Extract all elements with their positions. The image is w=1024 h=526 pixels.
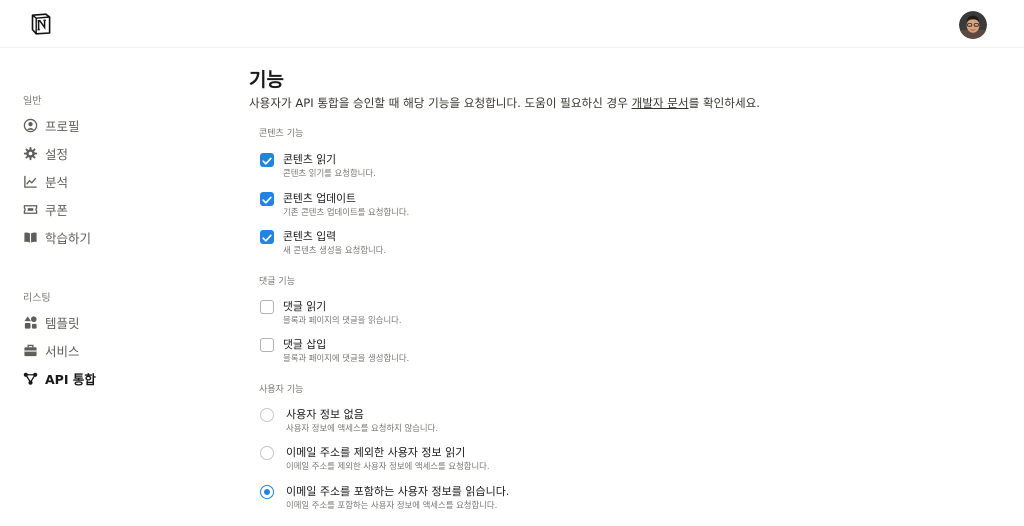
sidebar-item-label: 분석 — [45, 174, 69, 190]
page-title: 기능 — [249, 69, 284, 91]
sidebar-item-label: 프로필 — [45, 118, 80, 134]
group-label-comments: 댓글 기능 — [259, 277, 295, 287]
option-subtitle: 기존 콘텐츠 업데이트를 요청합니다. — [283, 207, 410, 217]
option-title: 이메일 주소를 제외한 사용자 정보 읽기 — [286, 446, 466, 459]
option-title: 콘텐츠 읽기 — [283, 153, 337, 166]
radio-unselected[interactable] — [260, 408, 274, 422]
checkbox-checked[interactable] — [260, 230, 274, 244]
option-title: 사용자 정보 없음 — [286, 408, 364, 421]
option-subtitle: 이메일 주소를 제외한 사용자 정보에 액세스를 요청합니다. — [286, 461, 490, 471]
developer-docs-link[interactable]: 개발자 문서 — [632, 96, 689, 110]
sidebar-item-label: 설정 — [45, 146, 69, 162]
page-description: 사용자가 API 통합을 승인할 때 해당 기능을 요청합니다. 도움이 필요하… — [249, 95, 760, 111]
option-subtitle: 새 콘텐츠 생성을 요청합니다. — [283, 245, 387, 255]
ticket-icon — [23, 202, 38, 217]
radio-unselected[interactable] — [260, 446, 274, 460]
description-text-end: 를 확인하세요. — [688, 96, 760, 110]
group-label-user: 사용자 기능 — [259, 385, 304, 395]
sidebar-section-general: 일반 — [23, 96, 42, 107]
sidebar-section-listing: 리스팅 — [23, 293, 51, 304]
option-subtitle: 블록과 페이지의 댓글을 읽습니다. — [283, 315, 402, 325]
option-title: 댓글 삽입 — [283, 338, 327, 351]
briefcase-icon — [23, 343, 38, 358]
sidebar: 일반 프로필 설정 분석 쿠폰 학습하기 리스팅 템플릿 서비스 API 통합 — [0, 48, 230, 526]
top-bar — [0, 0, 1024, 48]
option-subtitle: 이메일 주소를 포함하는 사용자 정보에 액세스를 요청합니다. — [286, 500, 498, 510]
sidebar-item-label: 서비스 — [45, 343, 80, 359]
checkbox-unchecked[interactable] — [260, 338, 274, 352]
radio-selected[interactable] — [260, 485, 274, 499]
chart-line-icon — [23, 174, 38, 189]
group-label-content: 콘텐츠 기능 — [259, 129, 304, 139]
sidebar-item-api-integration[interactable]: API 통합 — [23, 367, 96, 389]
notion-logo-icon[interactable] — [29, 12, 53, 36]
sidebar-item-label: API 통합 — [45, 371, 96, 387]
option-title: 콘텐츠 입력 — [283, 230, 337, 243]
checkbox-checked[interactable] — [260, 192, 274, 206]
user-avatar[interactable] — [959, 11, 987, 39]
sidebar-item-templates[interactable]: 템플릿 — [23, 311, 80, 333]
checkbox-unchecked[interactable] — [260, 300, 274, 314]
shapes-icon — [23, 315, 38, 330]
sidebar-item-settings[interactable]: 설정 — [23, 142, 68, 164]
description-text: 사용자가 API 통합을 승인할 때 해당 기능을 요청합니다. 도움이 필요하… — [249, 96, 632, 110]
sidebar-item-analytics[interactable]: 분석 — [23, 170, 68, 192]
option-subtitle: 사용자 정보에 액세스를 요청하지 않습니다. — [286, 423, 438, 433]
sidebar-item-label: 템플릿 — [45, 315, 80, 331]
user-circle-icon — [23, 118, 38, 133]
option-title: 콘텐츠 업데이트 — [283, 192, 356, 205]
sidebar-item-services[interactable]: 서비스 — [23, 339, 80, 361]
gear-icon — [23, 146, 38, 161]
option-subtitle: 블록과 페이지에 댓글을 생성합니다. — [283, 353, 410, 363]
checkbox-checked[interactable] — [260, 153, 274, 167]
sidebar-item-profile[interactable]: 프로필 — [23, 114, 80, 136]
sidebar-item-learn[interactable]: 학습하기 — [23, 226, 91, 248]
sidebar-item-label: 쿠폰 — [45, 202, 69, 218]
sidebar-item-coupons[interactable]: 쿠폰 — [23, 198, 68, 220]
option-title: 이메일 주소를 포함하는 사용자 정보를 읽습니다. — [286, 485, 510, 498]
option-title: 댓글 읽기 — [283, 300, 327, 313]
network-icon — [23, 371, 38, 386]
option-subtitle: 콘텐츠 읽기를 요청합니다. — [283, 168, 376, 178]
book-open-icon — [23, 230, 38, 245]
sidebar-item-label: 학습하기 — [45, 230, 92, 246]
